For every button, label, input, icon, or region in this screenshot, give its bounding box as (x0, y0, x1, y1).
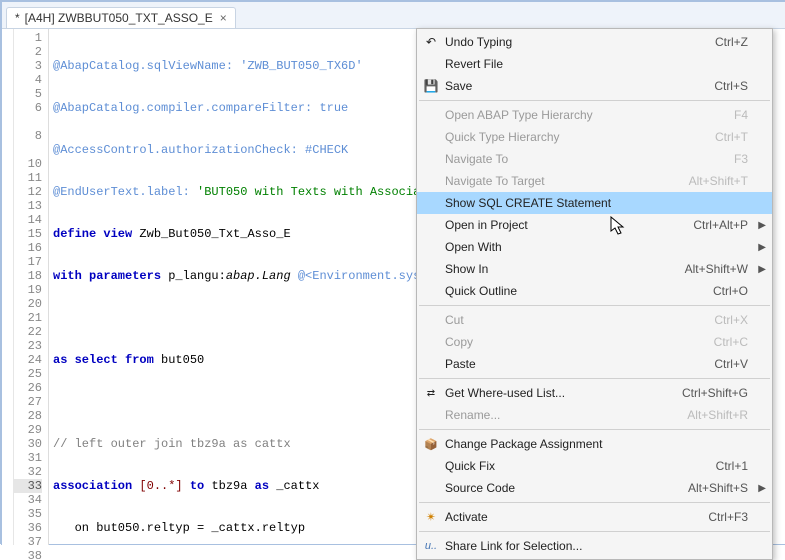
menu-change-package-assignment[interactable]: 📦Change Package Assignment (417, 433, 772, 455)
menu-separator (419, 305, 770, 306)
menu-activate[interactable]: ✴ActivateCtrl+F3 (417, 506, 772, 528)
menu-show-in[interactable]: Show InAlt+Shift+W▶ (417, 258, 772, 280)
menu-copy: CopyCtrl+C (417, 331, 772, 353)
menu-separator (419, 100, 770, 101)
menu-open-in-project[interactable]: Open in ProjectCtrl+Alt+P▶ (417, 214, 772, 236)
menu-separator (419, 429, 770, 430)
context-menu: ↶Undo TypingCtrl+Z Revert File 💾SaveCtrl… (416, 28, 773, 560)
tab-title: [A4H] ZWBBUT050_TXT_ASSO_E (25, 11, 213, 25)
menu-quick-fix[interactable]: Quick FixCtrl+1 (417, 455, 772, 477)
menu-separator (419, 378, 770, 379)
package-icon: 📦 (423, 436, 439, 452)
editor-tab[interactable]: * [A4H] ZWBBUT050_TXT_ASSO_E × (6, 7, 236, 28)
menu-quick-outline[interactable]: Quick OutlineCtrl+O (417, 280, 772, 302)
where-used-icon: ⇄ (423, 385, 439, 401)
menu-cut: CutCtrl+X (417, 309, 772, 331)
menu-revert-file[interactable]: Revert File (417, 53, 772, 75)
undo-icon: ↶ (423, 34, 439, 50)
menu-paste[interactable]: PasteCtrl+V (417, 353, 772, 375)
activate-icon: ✴ (423, 509, 439, 525)
chevron-right-icon: ▶ (758, 483, 766, 494)
menu-rename: Rename...Alt+Shift+R (417, 404, 772, 426)
chevron-right-icon: ▶ (758, 220, 766, 231)
menu-save[interactable]: 💾SaveCtrl+S (417, 75, 772, 97)
chevron-right-icon: ▶ (758, 242, 766, 253)
menu-quick-type-hierarchy: Quick Type HierarchyCtrl+T (417, 126, 772, 148)
chevron-right-icon: ▶ (758, 264, 766, 275)
save-icon: 💾 (423, 78, 439, 94)
menu-navigate-to: Navigate ToF3 (417, 148, 772, 170)
menu-open-abap-type-hierarchy: Open ABAP Type HierarchyF4 (417, 104, 772, 126)
tab-dirty-indicator: * (15, 11, 20, 25)
menu-separator (419, 502, 770, 503)
menu-get-where-used[interactable]: ⇄Get Where-used List...Ctrl+Shift+G (417, 382, 772, 404)
annotation-ruler (2, 29, 14, 545)
menu-open-with[interactable]: Open With▶ (417, 236, 772, 258)
close-icon[interactable]: × (220, 11, 227, 25)
menu-navigate-to-target: Navigate To TargetAlt+Shift+T (417, 170, 772, 192)
menu-share-link[interactable]: u..Share Link for Selection... (417, 535, 772, 557)
share-icon: u.. (423, 538, 439, 554)
menu-show-sql-create-statement[interactable]: Show SQL CREATE Statement (417, 192, 772, 214)
menu-source-code[interactable]: Source CodeAlt+Shift+S▶ (417, 477, 772, 499)
line-number-gutter: 123456 8 1011121314151617181920212223242… (14, 29, 49, 545)
menu-separator (419, 531, 770, 532)
editor-tabbar: * [A4H] ZWBBUT050_TXT_ASSO_E × (2, 2, 785, 29)
menu-undo-typing[interactable]: ↶Undo TypingCtrl+Z (417, 31, 772, 53)
